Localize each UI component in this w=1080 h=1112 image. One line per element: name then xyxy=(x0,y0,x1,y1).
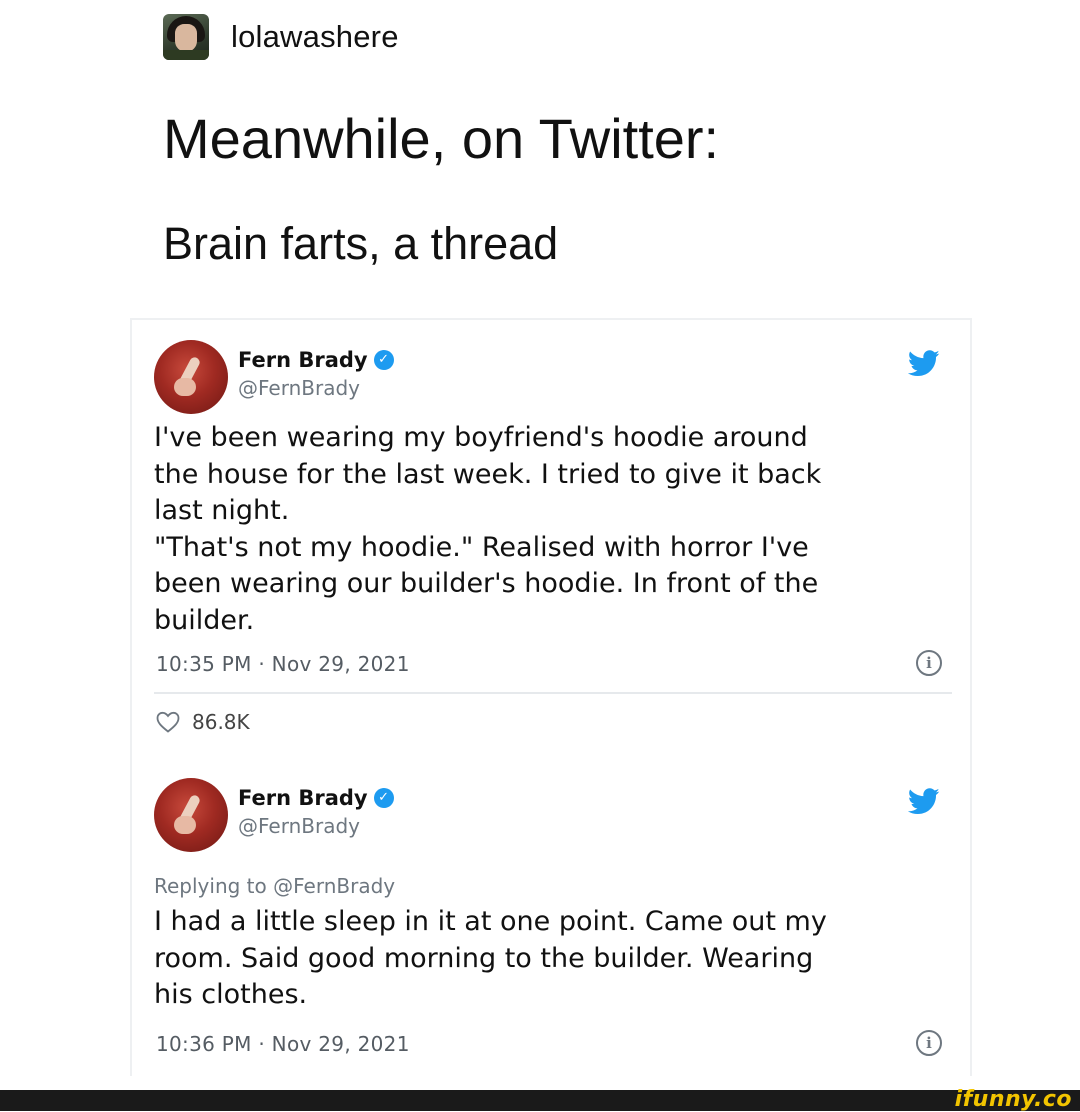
like-action[interactable]: 86.8K xyxy=(156,710,250,734)
author-handle[interactable]: @FernBrady xyxy=(238,376,394,400)
verified-badge-icon: ✓ xyxy=(373,788,394,808)
tweet-card[interactable]: Fern Brady ✓ @FernBrady Replying to @Fer… xyxy=(130,758,972,1076)
tweet-card[interactable]: Fern Brady ✓ @FernBrady I've been wearin… xyxy=(130,318,972,760)
twitter-bird-icon[interactable] xyxy=(908,350,940,377)
author-avatar[interactable] xyxy=(154,778,228,852)
info-icon[interactable]: i xyxy=(916,1030,942,1056)
heart-icon[interactable] xyxy=(156,711,180,733)
author-handle[interactable]: @FernBrady xyxy=(238,814,394,838)
bottom-bar: ifunny.co xyxy=(0,1087,1080,1112)
post-title: Meanwhile, on Twitter: xyxy=(163,107,720,170)
tweet-timestamp[interactable]: 10:35 PM · Nov 29, 2021 xyxy=(156,652,410,676)
twitter-bird-icon[interactable] xyxy=(908,788,940,815)
watermark: ifunny.co xyxy=(954,1087,1072,1112)
author-name[interactable]: Fern Brady xyxy=(238,786,368,810)
info-icon[interactable]: i xyxy=(916,650,942,676)
tweet-author: Fern Brady ✓ @FernBrady xyxy=(154,778,394,858)
author-name[interactable]: Fern Brady xyxy=(238,348,368,372)
username[interactable]: lolawashere xyxy=(231,19,399,55)
tweet-author: Fern Brady ✓ @FernBrady xyxy=(154,340,394,420)
tweet-text: I've been wearing my boyfriend's hoodie … xyxy=(154,422,822,636)
post-header: lolawashere xyxy=(163,14,399,60)
like-count: 86.8K xyxy=(192,710,250,734)
tweet-timestamp[interactable]: 10:36 PM · Nov 29, 2021 xyxy=(156,1032,410,1056)
divider xyxy=(154,692,952,694)
author-avatar[interactable] xyxy=(154,340,228,414)
post-subtitle: Brain farts, a thread xyxy=(163,218,559,269)
user-avatar[interactable] xyxy=(163,14,209,60)
reply-context[interactable]: Replying to @FernBrady xyxy=(154,874,395,898)
verified-badge-icon: ✓ xyxy=(373,350,394,370)
tweet-text: I had a little sleep in it at one point.… xyxy=(154,906,827,1010)
